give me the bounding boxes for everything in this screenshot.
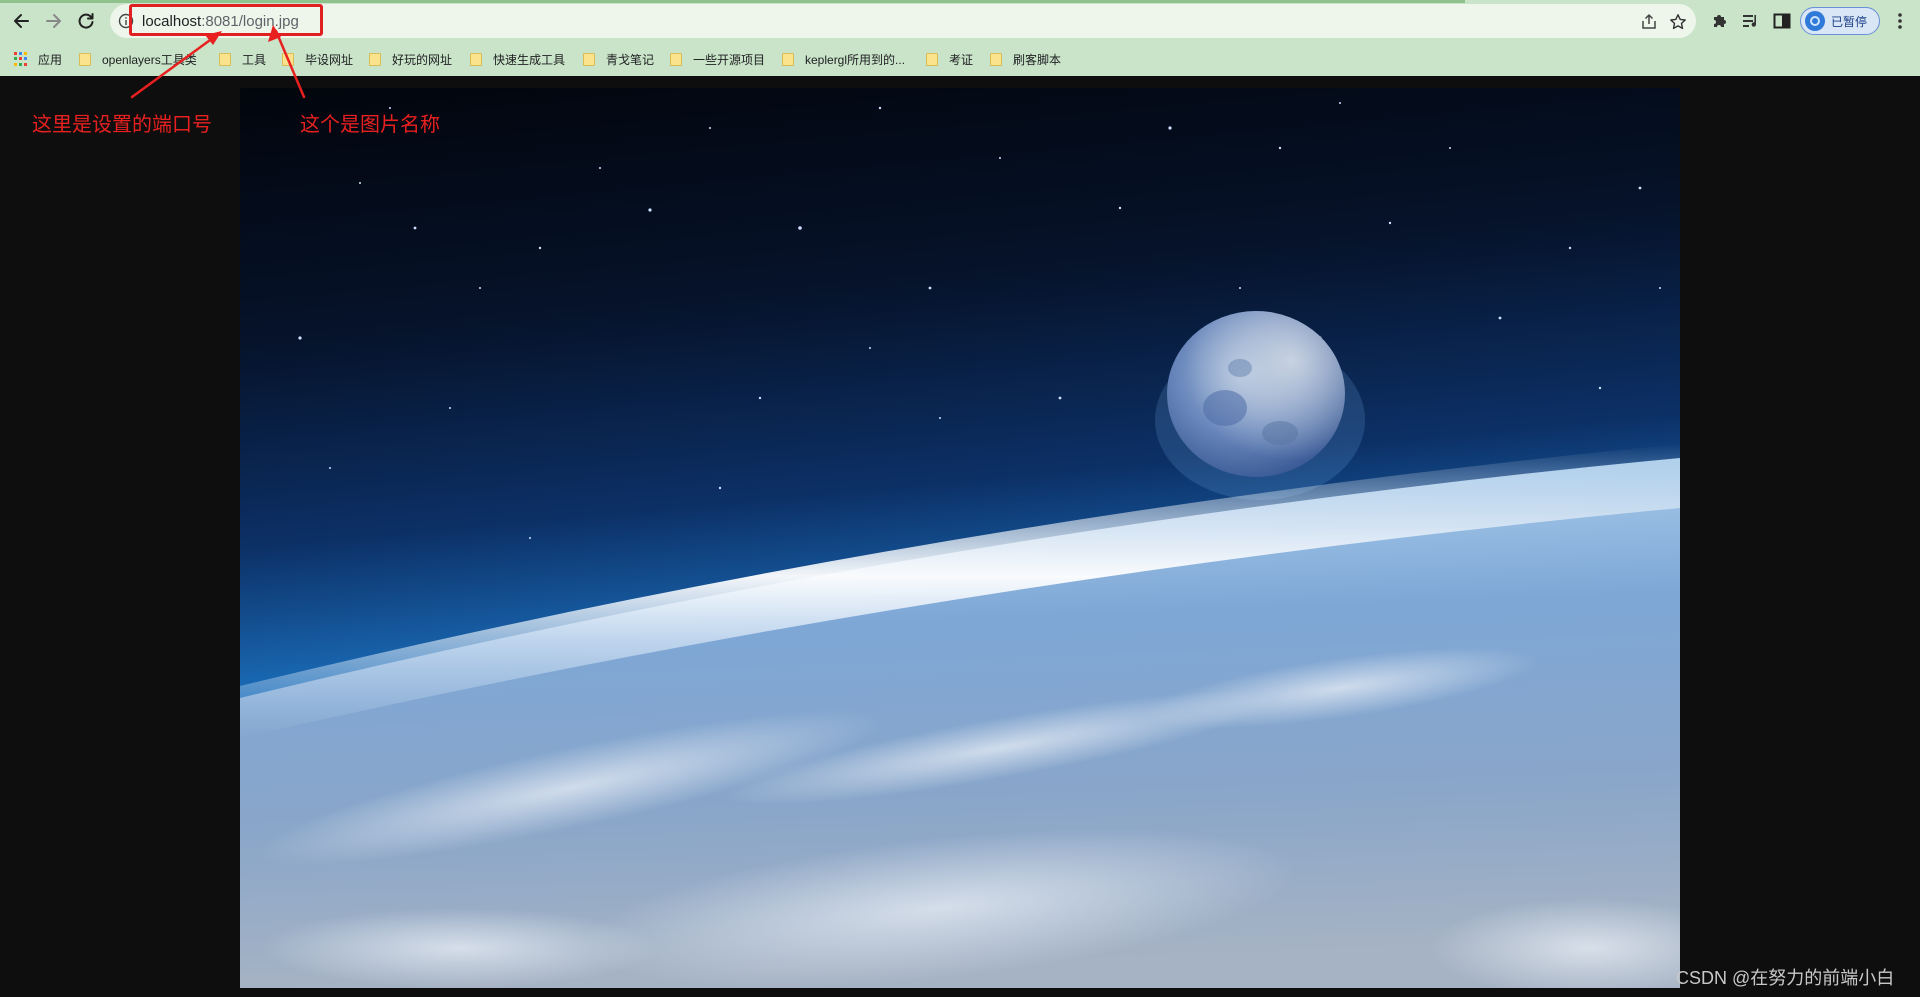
bookmark-label: 好玩的网址 [392, 52, 453, 67]
bookmark-folder[interactable]: 快速生成工具 [470, 50, 565, 68]
side-panel-icon[interactable] [1772, 11, 1792, 31]
bookmark-label: 考证 [949, 52, 974, 67]
apps-grid-icon [14, 52, 28, 66]
arrow-left-icon [14, 14, 29, 28]
back-button[interactable] [10, 9, 34, 33]
bookmark-label: 青戈笔记 [606, 52, 655, 67]
moon [1167, 311, 1345, 477]
bookmark-folder[interactable]: 考证 [926, 50, 973, 68]
bookmark-label: openlayers工具类 [102, 52, 197, 67]
playlist-icon[interactable] [1741, 11, 1761, 31]
folder-icon [583, 52, 595, 66]
bookmark-label: 一些开源项目 [693, 52, 766, 67]
vertical-dots-icon[interactable] [1890, 11, 1910, 31]
bookmark-folder[interactable]: keplergl所用到的... [782, 50, 905, 68]
image-name-annotation: 这个是图片名称 [300, 114, 440, 136]
bookmark-folder[interactable]: 一些开源项目 [670, 50, 765, 68]
url-highlight-box [129, 4, 323, 36]
bookmark-folder[interactable]: 毕设网址 [282, 50, 353, 68]
folder-icon [470, 52, 482, 66]
avatar [1805, 11, 1825, 31]
puzzle-icon[interactable] [1710, 11, 1730, 31]
profile-paused-button[interactable]: 已暂停 [1800, 7, 1880, 35]
forward-button[interactable] [41, 9, 65, 33]
bookmark-label: 快速生成工具 [493, 52, 566, 67]
bookmark-label: keplergl所用到的... [805, 52, 906, 67]
folder-icon [670, 52, 682, 66]
bookmark-apps[interactable]: 应用 [14, 50, 62, 68]
bookmark-label: 应用 [38, 52, 63, 67]
bookmark-folder[interactable]: 青戈笔记 [583, 50, 654, 68]
folder-icon [219, 52, 231, 66]
folder-icon [782, 52, 794, 66]
reload-button[interactable] [74, 9, 98, 33]
address-bar[interactable]: localhost:8081/login.jpg [110, 4, 1696, 38]
port-annotation: 这里是设置的端口号 [32, 114, 212, 136]
page-load-progress [0, 0, 1465, 3]
bookmark-folder[interactable]: 工具 [219, 50, 266, 68]
bookmark-label: 刷客脚本 [1013, 52, 1062, 67]
profile-status-label: 已暂停 [1831, 14, 1868, 29]
bookmark-folder[interactable]: openlayers工具类 [79, 50, 197, 68]
folder-icon [926, 52, 938, 66]
bookmark-folder[interactable]: 好玩的网址 [369, 50, 452, 68]
share-icon[interactable] [1640, 13, 1658, 31]
watermark: CSDN @在努力的前端小白 [1676, 968, 1895, 988]
bookmarks-bar: 应用 openlayers工具类 工具 毕设网址 好玩的网址 快速生成工具 青戈… [0, 42, 1920, 76]
folder-icon [282, 52, 294, 66]
bookmark-label: 毕设网址 [305, 52, 354, 67]
folder-icon [79, 52, 91, 66]
star-icon[interactable] [1669, 13, 1687, 31]
arrow-right-icon [46, 14, 61, 28]
folder-icon [990, 52, 1002, 66]
folder-icon [369, 52, 381, 66]
displayed-image [240, 88, 1680, 988]
reload-icon [78, 13, 94, 29]
bookmark-folder[interactable]: 刷客脚本 [990, 50, 1061, 68]
space-earth-moon-image [240, 88, 1680, 988]
bookmark-label: 工具 [242, 52, 267, 67]
